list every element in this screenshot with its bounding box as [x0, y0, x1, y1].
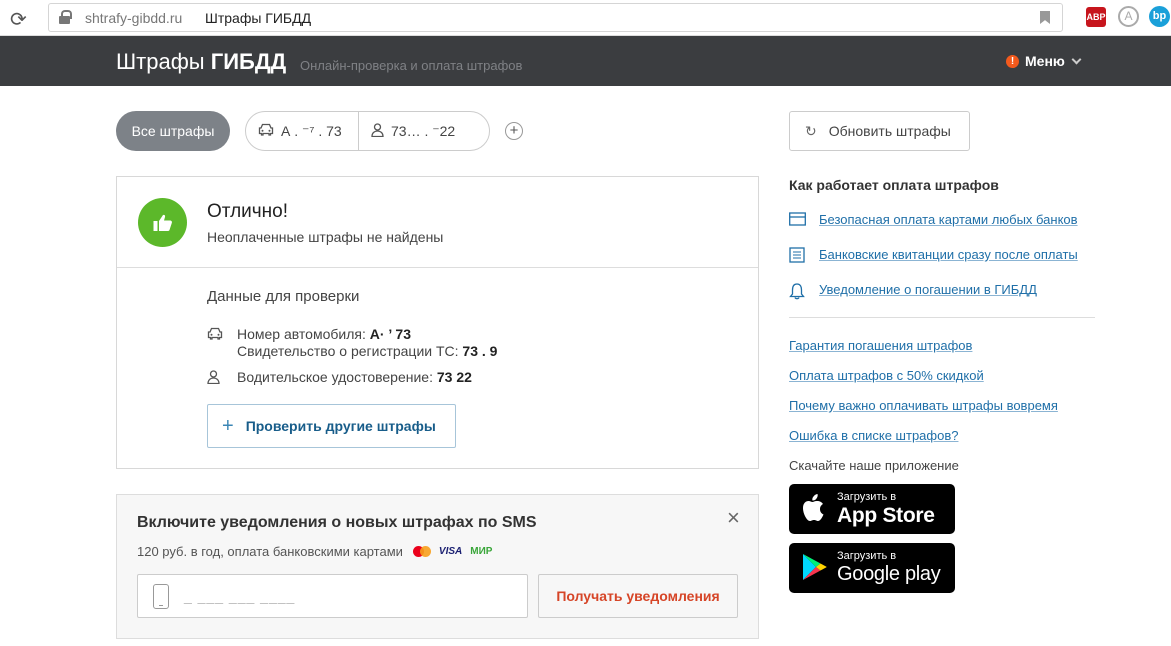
- add-document-button[interactable]: +: [505, 122, 523, 140]
- check-data-title: Данные для проверки: [207, 288, 360, 305]
- visa-icon: VISA: [438, 546, 463, 557]
- refresh-fines-button[interactable]: ↻ Обновить штрафы: [789, 111, 970, 151]
- sms-price: 120 руб. в год, оплата банковскими карта…: [137, 544, 403, 559]
- result-subtitle: Неоплаченные штрафы не найдены: [207, 229, 444, 245]
- license-document-tab[interactable]: 73… . ⁻22: [359, 112, 455, 150]
- menu-label: Меню: [1025, 53, 1065, 69]
- thumbs-up-icon: [138, 198, 187, 247]
- sms-notification-card: Включите уведомления о новых штрафах по …: [116, 494, 759, 639]
- google-play-button[interactable]: Загрузить в Google play: [789, 543, 955, 593]
- refresh-fines-label: Обновить штрафы: [828, 123, 951, 139]
- refresh-icon: ↻: [805, 122, 817, 139]
- app-store-button[interactable]: Загрузить в App Store: [789, 484, 955, 534]
- browser-toolbar: ⟳ shtrafy-gibdd.ru Штрафы ГИБДД ABP A bp: [0, 0, 1171, 36]
- license-document-label: 73… . ⁻22: [391, 122, 456, 139]
- car-document-label: А . ⁻⁷ . 73: [281, 122, 342, 139]
- phone-icon: [153, 584, 169, 609]
- link-guarantee[interactable]: Гарантия погашения штрафов: [789, 338, 972, 353]
- google-play-small: Загрузить в: [837, 550, 897, 562]
- receipt-icon: [789, 247, 807, 265]
- site-tagline: Онлайн-проверка и оплата штрафов: [300, 58, 523, 73]
- link-discount[interactable]: Оплата штрафов с 50% скидкой: [789, 368, 984, 383]
- site-logo[interactable]: Штрафы ГИБДД: [116, 49, 286, 75]
- person-icon: [207, 370, 220, 387]
- result-card: Отлично! Неоплаченные штрафы не найдены …: [116, 176, 759, 469]
- google-play-big: Google play: [837, 563, 941, 585]
- get-notifications-button[interactable]: Получать уведомления: [538, 574, 738, 618]
- link-error-in-list[interactable]: Ошибка в списке штрафов?: [789, 428, 958, 443]
- mastercard-icon: [412, 546, 431, 557]
- url-domain: shtrafy-gibdd.ru: [85, 10, 183, 26]
- license-line: Водительское удостоверение: 73 22: [237, 369, 472, 385]
- chevron-down-icon: [1071, 54, 1082, 64]
- car-document-tab[interactable]: А . ⁻⁷ . 73: [246, 112, 359, 150]
- app-download-label: Скачайте наше приложение: [789, 458, 959, 473]
- reload-icon[interactable]: ⟳: [10, 7, 27, 32]
- feature-link-secure-payment[interactable]: Безопасная оплата картами любых банков: [819, 212, 1078, 227]
- check-other-label: Проверить другие штрафы: [245, 418, 436, 434]
- lock-icon: [59, 10, 72, 24]
- card-divider: [117, 267, 758, 268]
- sidebar-divider: [789, 317, 1095, 318]
- car-icon: [258, 123, 274, 139]
- bookmark-icon[interactable]: [1040, 11, 1050, 24]
- result-title: Отлично!: [207, 201, 289, 222]
- credit-card-icon: [789, 212, 807, 230]
- check-other-fines-button[interactable]: + Проверить другие штрафы: [207, 404, 456, 448]
- phone-placeholder: _ ___ ___ ____: [184, 588, 296, 604]
- account-extension-icon[interactable]: A: [1118, 6, 1139, 27]
- sms-title: Включите уведомления о новых штрафах по …: [137, 514, 537, 531]
- close-icon[interactable]: ×: [727, 505, 740, 531]
- sidebar-title: Как работает оплата штрафов: [789, 177, 999, 193]
- car-number-line: Номер автомобиля: А· ’ 73: [237, 326, 411, 342]
- plus-icon: +: [222, 414, 234, 437]
- site-header: Штрафы ГИБДД Онлайн-проверка и оплата шт…: [0, 36, 1171, 86]
- adblock-extension-icon[interactable]: ABP: [1086, 7, 1106, 27]
- menu-button[interactable]: ! Меню: [1006, 53, 1082, 69]
- address-bar[interactable]: shtrafy-gibdd.ru Штрафы ГИБДД: [48, 3, 1063, 32]
- feature-link-notification[interactable]: Уведомление о погашении в ГИБДД: [819, 282, 1037, 297]
- feature-link-receipts[interactable]: Банковские квитанции сразу после оплаты: [819, 247, 1078, 262]
- alert-icon: !: [1006, 54, 1019, 68]
- url-page-title: Штрафы ГИБДД: [205, 10, 312, 26]
- app-store-small: Загрузить в: [837, 491, 897, 503]
- documents-tabs: А . ⁻⁷ . 73 73… . ⁻22: [245, 111, 490, 151]
- car-icon: [207, 327, 223, 343]
- mir-icon: МИР: [470, 546, 493, 557]
- google-play-icon: [803, 554, 827, 580]
- apple-icon: [803, 494, 824, 521]
- app-store-big: App Store: [837, 504, 935, 527]
- bell-icon: [789, 282, 807, 300]
- sts-line: Свидетельство о регистрации ТС: 73 . 9: [237, 343, 498, 359]
- person-icon: [371, 122, 384, 140]
- phone-input[interactable]: _ ___ ___ ____: [137, 574, 528, 618]
- link-why-pay-on-time[interactable]: Почему важно оплачивать штрафы вовремя: [789, 398, 1058, 413]
- bp-extension-icon[interactable]: bp: [1149, 6, 1170, 27]
- sms-subtitle: 120 руб. в год, оплата банковскими карта…: [137, 544, 492, 559]
- all-fines-tab[interactable]: Все штрафы: [116, 111, 230, 151]
